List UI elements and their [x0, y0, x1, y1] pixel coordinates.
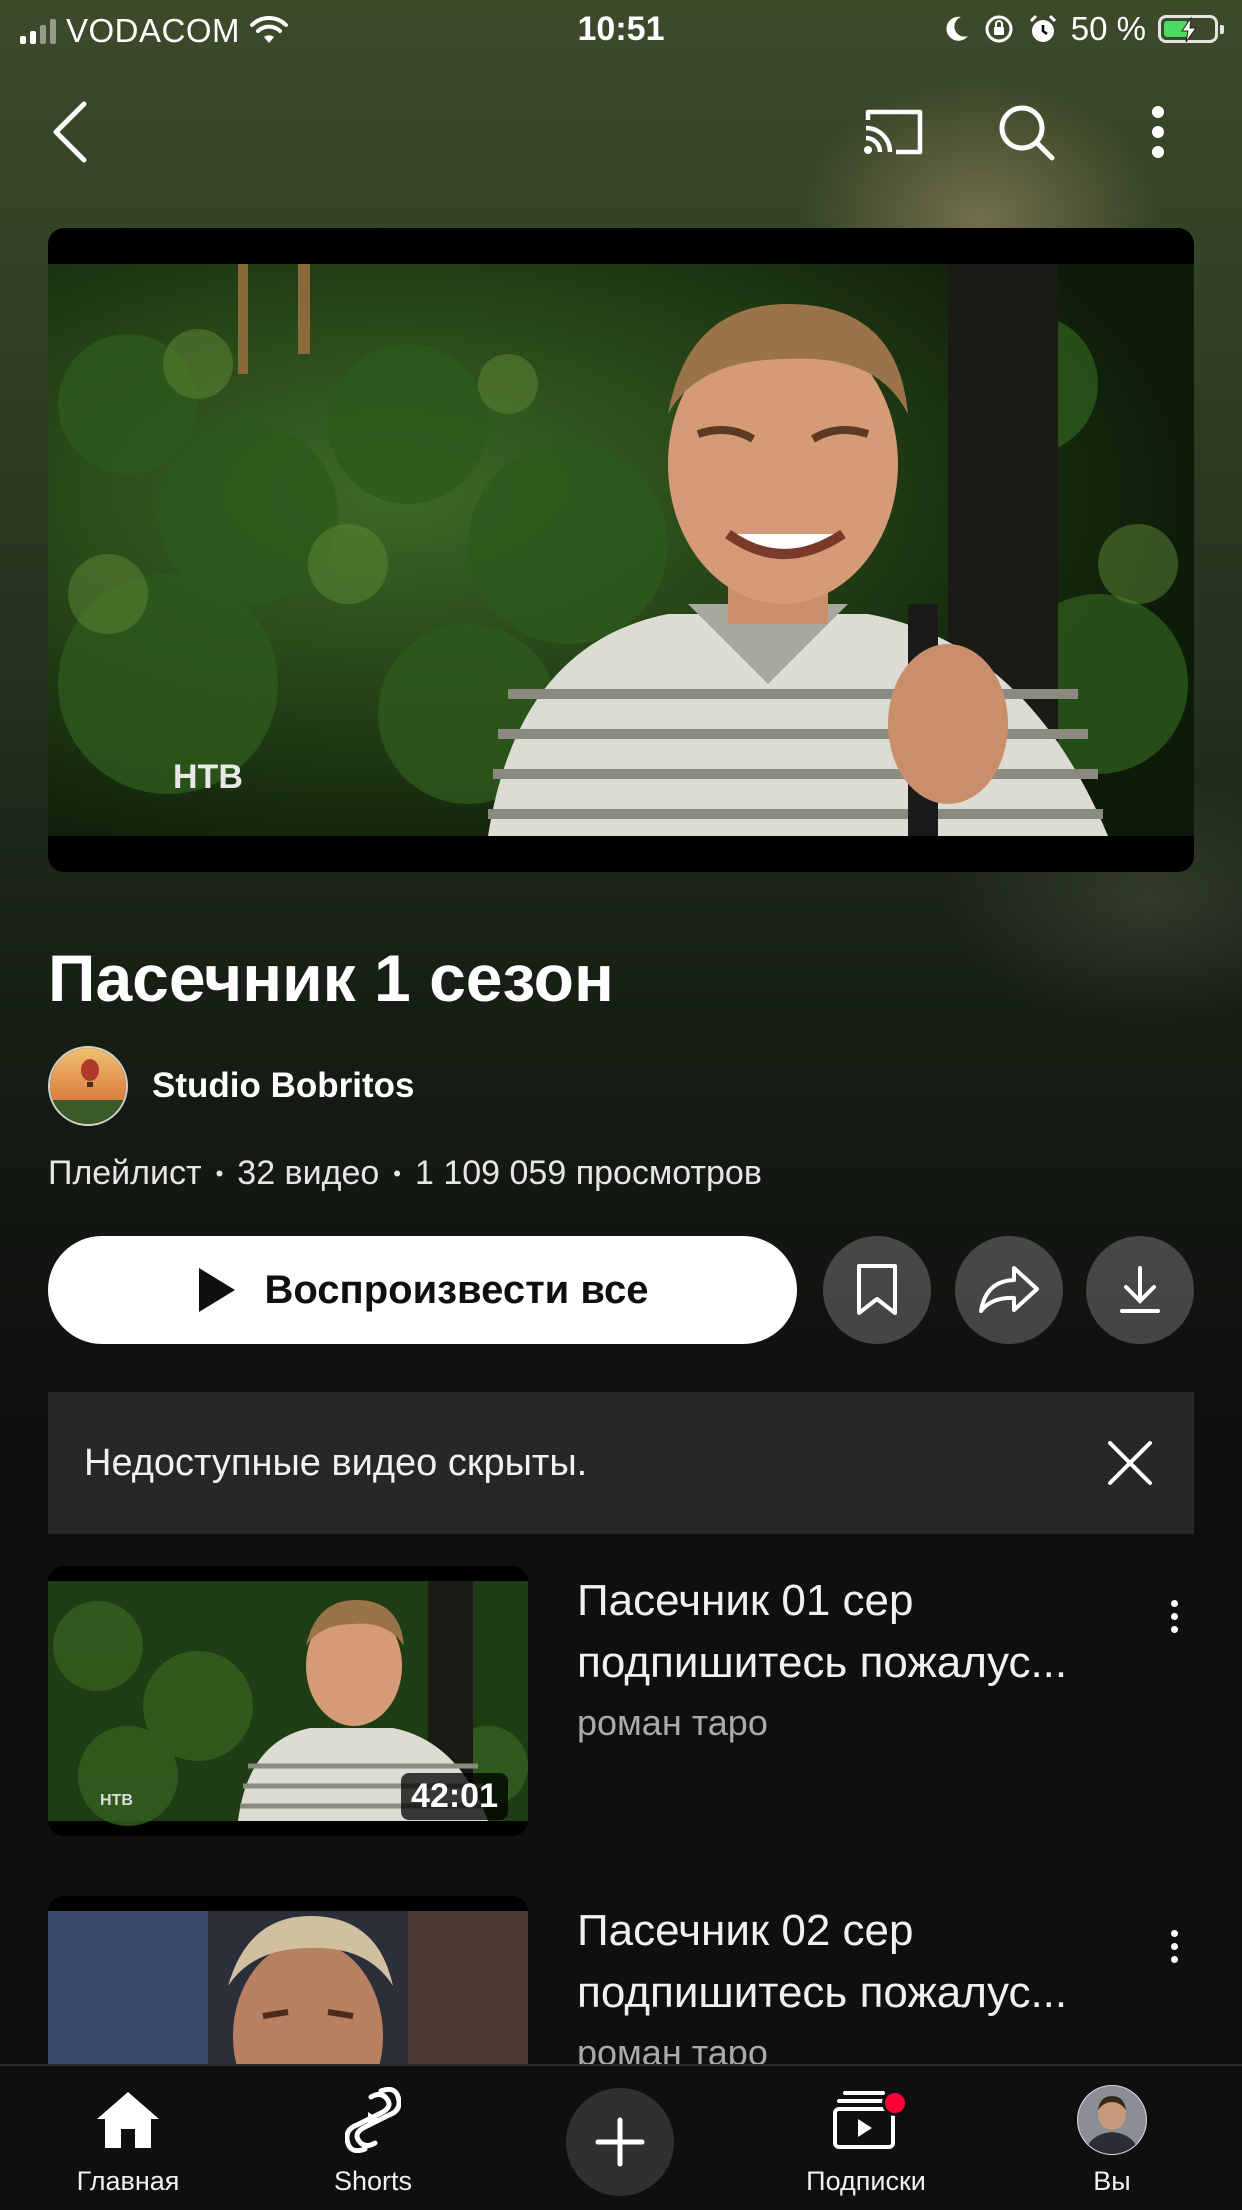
notice-text: Недоступные видео скрыты.	[84, 1441, 588, 1484]
battery-icon	[1158, 15, 1224, 43]
separator-dot: •	[215, 1161, 224, 1186]
channel-row[interactable]: Studio Bobritos	[48, 1046, 414, 1126]
channel-name[interactable]: Studio Bobritos	[152, 1066, 414, 1106]
channel-watermark: НТВ	[100, 1792, 133, 1809]
more-options-button[interactable]	[1122, 96, 1194, 168]
nav-shorts-label: Shorts	[333, 2166, 413, 2196]
cast-icon	[864, 109, 923, 155]
channel-watermark: НТВ	[173, 758, 243, 796]
bottom-navigation: Главная Shorts Подписки Вы	[0, 2064, 1242, 2210]
save-playlist-button[interactable]	[823, 1236, 931, 1344]
nav-home-label: Главная	[76, 2166, 180, 2196]
video-duration: 42:01	[401, 1773, 508, 1820]
alarm-icon	[1029, 14, 1056, 42]
battery-percent: 50 %	[1070, 10, 1146, 47]
video-title[interactable]: Пасечник 02 сер подпишитесь пожалус...	[577, 1900, 1137, 2024]
home-icon	[97, 2092, 159, 2148]
search-icon	[999, 105, 1055, 161]
nav-you[interactable]: Вы	[1022, 2084, 1202, 2197]
search-button[interactable]	[990, 96, 1062, 168]
play-icon	[198, 1268, 235, 1312]
status-bar: VODACOM 10:51 50 %	[0, 0, 1242, 60]
avatar	[1077, 2085, 1147, 2155]
play-all-button[interactable]: Воспроизвести все	[48, 1236, 797, 1344]
video-title-line: подпишитесь пожалус...	[577, 1638, 1068, 1687]
playlist-type: Плейлист	[48, 1154, 202, 1192]
play-all-label: Воспроизвести все	[264, 1267, 649, 1312]
more-vert-icon	[1152, 106, 1164, 158]
bookmark-icon	[857, 1264, 897, 1315]
video-title-line: Пасечник 02 сер	[577, 1906, 914, 1955]
shorts-icon	[345, 2087, 401, 2153]
nav-shorts[interactable]: Shorts	[283, 2084, 463, 2197]
video-title-line: подпишитесь пожалус...	[577, 1968, 1068, 2017]
moon-icon	[946, 16, 968, 41]
video-author: роман таро	[577, 1702, 768, 1743]
playlist-title: Пасечник 1 сезон	[48, 941, 614, 1015]
rotation-lock-icon	[985, 15, 1013, 43]
plus-icon	[595, 2117, 645, 2167]
nav-you-label: Вы	[1093, 2166, 1131, 2196]
video-more-button[interactable]	[1154, 1586, 1194, 1646]
back-icon	[53, 101, 87, 163]
playlist-thumbnail[interactable]: НТВ	[48, 228, 1194, 872]
notification-dot	[882, 2090, 908, 2116]
video-more-button[interactable]	[1154, 1916, 1194, 1976]
video-count: 32 видео	[237, 1154, 380, 1192]
nav-subscriptions-label: Подписки	[806, 2166, 926, 2196]
download-button[interactable]	[1086, 1236, 1194, 1344]
create-button[interactable]	[566, 2088, 674, 2196]
share-button[interactable]	[955, 1236, 1063, 1344]
playlist-meta: Плейлист • 32 видео • 1 109 059 просмотр…	[48, 1154, 762, 1194]
nav-subscriptions[interactable]: Подписки	[776, 2084, 956, 2197]
close-icon	[1108, 1441, 1152, 1485]
video-title-line: Пасечник 01 сер	[577, 1576, 914, 1625]
view-count: 1 109 059 просмотров	[414, 1154, 762, 1192]
cast-button[interactable]	[858, 96, 930, 168]
video-thumbnail[interactable]: НТВ 42:01	[48, 1566, 528, 1836]
nav-home[interactable]: Главная	[38, 2084, 218, 2197]
top-app-bar	[0, 80, 1242, 176]
video-title[interactable]: Пасечник 01 сер подпишитесь пожалус...	[577, 1570, 1137, 1694]
separator-dot: •	[393, 1161, 401, 1186]
status-right: 50 %	[941, 10, 1224, 48]
download-icon	[1120, 1266, 1160, 1313]
playlist-video-item[interactable]: НТВ 42:01 Пасечник 01 сер подпишитесь по…	[48, 1566, 1194, 1846]
share-icon	[979, 1266, 1039, 1313]
hidden-videos-notice: Недоступные видео скрыты.	[48, 1392, 1194, 1534]
dismiss-notice-button[interactable]	[1100, 1433, 1160, 1493]
playlist-thumbnail-image	[48, 264, 1194, 836]
back-button[interactable]	[34, 96, 106, 168]
avatar[interactable]	[48, 1046, 128, 1126]
